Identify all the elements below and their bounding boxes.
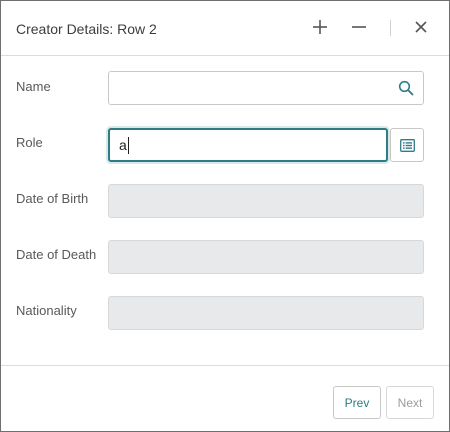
role-label: Role (16, 135, 43, 150)
role-field[interactable] (108, 128, 389, 162)
close-button[interactable] (407, 13, 435, 41)
dialog-footer: Prev Next (1, 365, 449, 432)
nationality-input (119, 297, 389, 329)
text-caret (128, 137, 129, 154)
nationality-field (108, 296, 424, 330)
date-of-death-input (119, 241, 389, 273)
dialog-title: Creator Details: Row 2 (16, 21, 157, 37)
plus-icon (313, 20, 327, 34)
role-list-button[interactable] (390, 128, 424, 162)
name-input[interactable] (119, 72, 389, 104)
search-icon[interactable] (398, 80, 414, 96)
minus-icon (352, 26, 366, 28)
add-button[interactable] (306, 13, 334, 41)
date-of-birth-label: Date of Birth (16, 191, 89, 206)
header-divider (390, 20, 391, 36)
minimize-button[interactable] (345, 13, 373, 41)
nationality-label: Nationality (16, 303, 77, 318)
name-label: Name (16, 79, 51, 94)
name-field[interactable] (108, 71, 424, 105)
date-of-death-label: Date of Death (16, 247, 97, 262)
dialog-header: Creator Details: Row 2 (1, 1, 449, 56)
date-of-birth-field (108, 184, 424, 218)
prev-button[interactable]: Prev (333, 386, 381, 419)
close-icon (415, 21, 427, 33)
date-of-death-field (108, 240, 424, 274)
list-icon (400, 139, 415, 152)
role-input[interactable] (119, 130, 389, 160)
creator-details-dialog: Creator Details: Row 2 Name Role a Date … (0, 0, 450, 432)
date-of-birth-input (119, 185, 389, 217)
next-button[interactable]: Next (386, 386, 434, 419)
